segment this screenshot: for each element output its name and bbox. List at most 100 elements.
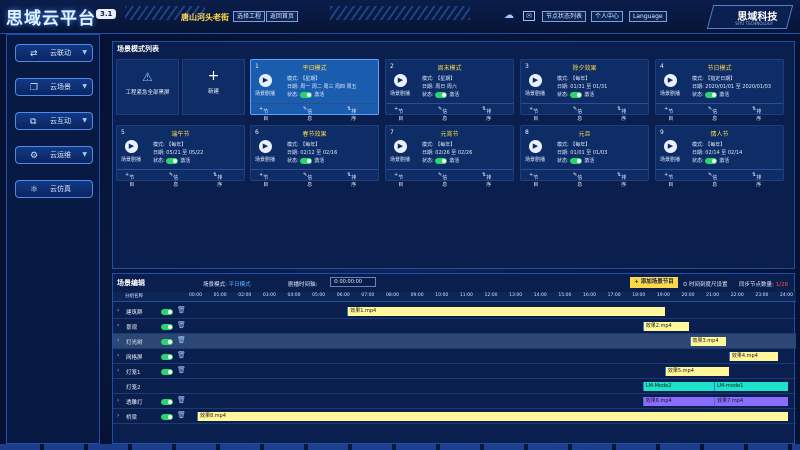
scene-card[interactable]: 3 除夕效果 ▶ 场景剧播 模式: 【每年】 日期: 01/31 至 01/31… — [520, 59, 649, 122]
timeline-clip[interactable]: 效果2.mp4 — [642, 322, 690, 331]
sort-button[interactable]: ⇅ 排序 — [617, 172, 626, 188]
sort-button[interactable]: ⇅ 排序 — [347, 106, 356, 122]
scene-card[interactable]: 6 春节效果 ▶ 场景剧播 模式: 【每年】 日期: 02/12 至 02/16… — [250, 125, 379, 188]
play-icon[interactable]: ▶ — [664, 74, 677, 87]
node-button[interactable]: + 节目 — [529, 172, 538, 188]
expand-arrow-icon[interactable]: › — [117, 337, 119, 344]
sidebar-item-simulate[interactable]: ⚛ 云仿真 — [15, 180, 93, 198]
timeline-row[interactable]: › 透雕灯 🗑 效果6.mp4 效果7.mp4 — [113, 394, 796, 409]
timeline-clip[interactable]: 效果8.mp4 — [197, 412, 788, 421]
timeline-clip[interactable]: 效果6.mp4 — [642, 397, 715, 406]
info-button[interactable]: ✎ 信息 — [303, 172, 312, 188]
trash-icon[interactable]: 🗑 — [177, 396, 186, 404]
play-icon[interactable]: ▶ — [259, 140, 272, 153]
node-button[interactable]: + 节目 — [259, 172, 268, 188]
sort-button[interactable]: ⇅ 排序 — [482, 106, 491, 122]
group-toggle[interactable] — [161, 338, 175, 346]
info-button[interactable]: ✎ 信息 — [438, 172, 447, 188]
status-toggle[interactable] — [705, 157, 718, 164]
expand-arrow-icon[interactable]: › — [117, 412, 119, 419]
status-toggle[interactable] — [570, 91, 583, 98]
expand-arrow-icon[interactable]: › — [117, 322, 119, 329]
sort-button[interactable]: ⇅ 排序 — [347, 172, 356, 188]
trash-icon[interactable]: 🗑 — [177, 306, 186, 314]
timeline-clip[interactable]: LM-mode1 — [714, 382, 788, 391]
select-project-button[interactable]: 选择工程 — [233, 11, 266, 22]
sidebar-item-maintain[interactable]: ⚙ 云运维 ▼ — [15, 146, 93, 164]
trash-icon[interactable]: 🗑 — [177, 336, 186, 344]
expand-arrow-icon[interactable]: › — [117, 397, 119, 404]
status-toggle[interactable] — [435, 91, 448, 98]
timeline-row[interactable]: › 网格屏 🗑 效果4.mp4 — [113, 349, 796, 364]
timeline-clip[interactable]: 效果3.mp4 — [689, 337, 727, 346]
timeline-clip[interactable]: 效果4.mp4 — [728, 352, 779, 361]
timeline-row[interactable]: › 建筑群 🗑 效果1.mp4 — [113, 304, 796, 319]
node-button[interactable]: + 节目 — [394, 172, 403, 188]
group-toggle[interactable] — [161, 398, 175, 406]
timeline-clip[interactable]: 效果7.mp4 — [714, 397, 788, 406]
time-ruler[interactable]: 分组名称 00:00 01:00 02:00 03:00 04:00 05:00 06:00… — [113, 292, 796, 302]
sort-button[interactable]: ⇅ 排序 — [752, 106, 761, 122]
info-button[interactable]: ✎ 信息 — [303, 106, 312, 122]
scene-card[interactable]: 2 周末模式 ▶ 场景剧播 模式: 【星期】 日期: 周日 周六 状态: 激活 … — [385, 59, 514, 122]
trash-icon[interactable]: 🗑 — [177, 321, 186, 329]
expand-arrow-icon[interactable]: › — [117, 367, 119, 374]
timeline-row[interactable]: › 灯笼1 🗑 效果5.mp4 — [113, 364, 796, 379]
status-toggle[interactable] — [705, 91, 718, 98]
scene-card[interactable]: 5 端午节 ▶ 场景剧播 模式: 【每年】 日期: 05/21 至 05/22 … — [116, 125, 245, 188]
play-icon[interactable]: ▶ — [394, 74, 407, 87]
cloud-icon[interactable]: ☁ — [503, 10, 515, 22]
sidebar-item-link[interactable]: ⇄ 云联动 ▼ — [15, 44, 93, 62]
play-icon[interactable]: ▶ — [125, 140, 138, 153]
node-button[interactable]: + 节目 — [394, 106, 403, 122]
node-button[interactable]: + 节目 — [664, 172, 673, 188]
status-toggle[interactable] — [300, 91, 313, 98]
timeline-clip[interactable]: LM-Mode2 — [642, 382, 715, 391]
status-toggle[interactable] — [166, 157, 179, 164]
timeline-clip[interactable]: 效果5.mp4 — [664, 367, 729, 376]
axis-settings-button[interactable]: ⏲ 时间刻度尺设置 — [683, 280, 728, 289]
status-toggle[interactable] — [300, 157, 313, 164]
mail-icon[interactable]: ✉ — [523, 11, 535, 21]
status-toggle[interactable] — [435, 157, 448, 164]
add-scene-card[interactable]: + 新建 — [182, 59, 245, 115]
emergency-blackout-card[interactable]: ⚠ 工程紧急全部黑屏 — [116, 59, 179, 115]
play-icon[interactable]: ▶ — [259, 74, 272, 87]
expand-arrow-icon[interactable]: › — [117, 307, 119, 314]
play-icon[interactable]: ▶ — [394, 140, 407, 153]
sort-button[interactable]: ⇅ 排序 — [482, 172, 491, 188]
timeline-row[interactable]: 灯笼2 LM-Mode2 LM-mode1 — [113, 379, 796, 394]
sort-button[interactable]: ⇅ 排序 — [213, 172, 222, 188]
group-toggle[interactable] — [161, 368, 175, 376]
timeline-row[interactable]: › 景观 🗑 效果2.mp4 — [113, 319, 796, 334]
info-button[interactable]: ✎ 信息 — [573, 172, 582, 188]
sort-button[interactable]: ⇅ 排序 — [752, 172, 761, 188]
info-button[interactable]: ✎ 信息 — [708, 106, 717, 122]
time-input[interactable]: ⏱ 00:00:00 — [330, 277, 376, 287]
trash-icon[interactable]: 🗑 — [177, 351, 186, 359]
node-button[interactable]: + 节目 — [664, 106, 673, 122]
trash-icon[interactable]: 🗑 — [177, 366, 186, 374]
sort-button[interactable]: ⇅ 排序 — [617, 106, 626, 122]
add-node-button[interactable]: + 添加场景节目 — [630, 277, 678, 288]
user-center-button[interactable]: 个人中心 — [591, 11, 624, 22]
info-button[interactable]: ✎ 信息 — [438, 106, 447, 122]
group-toggle[interactable] — [161, 353, 175, 361]
scene-card[interactable]: 1 平日模式 ▶ 场景剧播 模式: 【星期】 日期: 周一 周二 周三 周四 周… — [250, 59, 379, 122]
node-status-button[interactable]: 节点状态列表 — [542, 11, 587, 22]
scene-card[interactable]: 8 元旦 ▶ 场景剧播 模式: 【每年】 日期: 01/01 至 01/03 状… — [520, 125, 649, 188]
group-toggle[interactable] — [161, 323, 175, 331]
trash-icon[interactable]: 🗑 — [177, 411, 186, 419]
node-button[interactable]: + 节目 — [125, 172, 134, 188]
play-icon[interactable]: ▶ — [529, 140, 542, 153]
timeline-row[interactable]: › 桥梁 🗑 效果8.mp4 — [113, 409, 796, 424]
group-toggle[interactable] — [161, 308, 175, 316]
expand-arrow-icon[interactable]: › — [117, 352, 119, 359]
timeline-clip[interactable]: 效果1.mp4 — [347, 307, 665, 316]
back-home-button[interactable]: 返回首页 — [266, 11, 299, 22]
sidebar-item-scene[interactable]: ❐ 云场景 ▼ — [15, 78, 93, 96]
play-icon[interactable]: ▶ — [529, 74, 542, 87]
scene-card[interactable]: 9 情人节 ▶ 场景剧播 模式: 【每年】 日期: 02/14 至 02/14 … — [655, 125, 784, 188]
info-button[interactable]: ✎ 信息 — [708, 172, 717, 188]
scene-card[interactable]: 7 元宵节 ▶ 场景剧播 模式: 【每年】 日期: 02/26 至 02/26 … — [385, 125, 514, 188]
